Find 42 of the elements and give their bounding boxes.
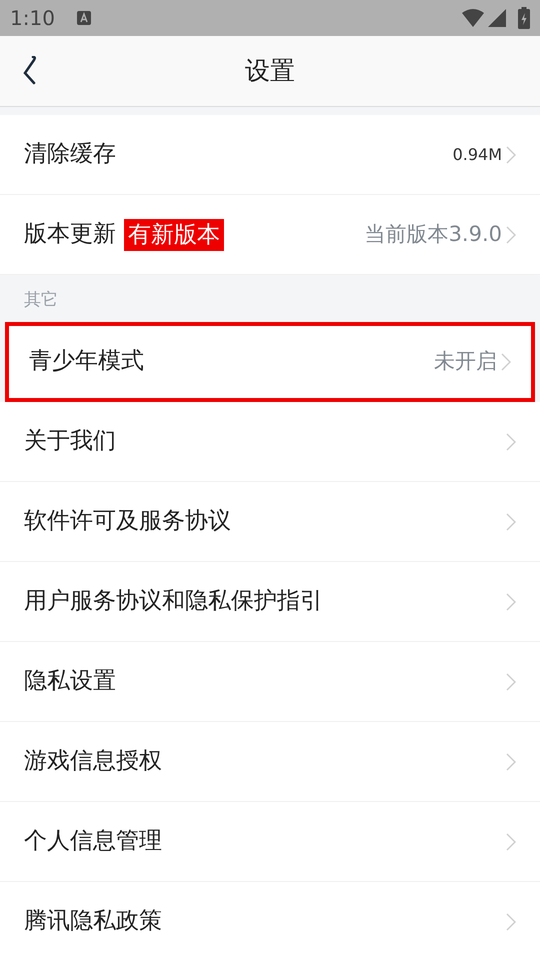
settings-row[interactable]: 软件许可及服务协议: [0, 482, 540, 562]
status-time: 1:10: [10, 5, 55, 32]
row-label: 个人信息管理: [24, 827, 162, 856]
chevron-right-icon: [506, 512, 516, 530]
row-label: 游戏信息授权: [24, 747, 162, 776]
settings-row[interactable]: 用户服务协议和隐私保护指引: [0, 562, 540, 642]
chevron-right-icon: [506, 432, 516, 450]
row-value: 0.94M: [452, 144, 502, 166]
row-value: 未开启: [434, 348, 497, 375]
row-label: 隐私设置: [24, 667, 116, 696]
page-title: 设置: [245, 55, 295, 88]
row-label: 腾讯隐私政策: [24, 907, 162, 936]
settings-row[interactable]: 游戏信息授权: [0, 722, 540, 802]
chevron-right-icon: [506, 226, 516, 244]
cellular-signal-icon: [488, 9, 506, 27]
settings-row[interactable]: 个人信息管理: [0, 802, 540, 882]
row-label: 关于我们: [24, 427, 116, 456]
chevron-right-icon: [506, 592, 516, 610]
section-header: 其它: [24, 289, 58, 312]
row-label: 清除缓存: [24, 140, 116, 170]
back-arrow-icon: [22, 56, 38, 86]
row-value: 当前版本3.9.0: [364, 220, 502, 248]
battery-charging-icon: [518, 7, 530, 29]
settings-row[interactable]: 版本更新 有新版本 当前版本3.9.0: [0, 195, 540, 275]
chevron-right-icon: [506, 752, 516, 770]
row-label: 青少年模式: [29, 347, 144, 376]
settings-row[interactable]: 青少年模式 未开启: [5, 322, 535, 402]
chevron-right-icon: [506, 146, 516, 164]
row-label: 版本更新: [24, 220, 116, 250]
settings-row[interactable]: 关于我们: [0, 402, 540, 482]
row-label: 软件许可及服务协议: [24, 507, 231, 536]
settings-row[interactable]: 腾讯隐私政策: [0, 882, 540, 960]
chevron-right-icon: [506, 912, 516, 930]
chevron-right-icon: [506, 672, 516, 690]
keyboard-notification-icon: [76, 11, 91, 25]
new-version-badge: 有新版本: [124, 218, 224, 250]
row-label: 用户服务协议和隐私保护指引: [24, 587, 323, 616]
settings-row[interactable]: 清除缓存 0.94M: [0, 115, 540, 195]
settings-row[interactable]: 隐私设置: [0, 642, 540, 722]
chevron-right-icon: [501, 352, 511, 370]
wifi-icon: [462, 9, 484, 27]
chevron-right-icon: [506, 832, 516, 850]
